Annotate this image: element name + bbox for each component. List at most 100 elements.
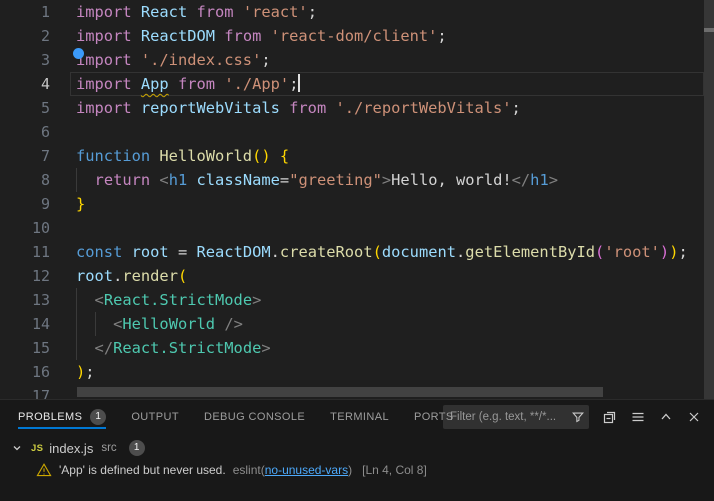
blue-cursor-dot (73, 48, 84, 59)
code-token: > (549, 171, 558, 189)
code-token: HelloWorld (159, 147, 252, 165)
code-line-7[interactable]: function HelloWorld() { (76, 144, 289, 168)
line-number-10[interactable]: 10 (0, 216, 50, 240)
code-token: return (95, 171, 160, 189)
line-number-13[interactable]: 13 (0, 288, 50, 312)
problem-item[interactable]: 'App' is defined but never used. eslint(… (0, 459, 714, 481)
code-token: React.StrictMode (113, 339, 261, 357)
line-number-17[interactable]: 17 (0, 384, 50, 399)
code-line-2[interactable]: import ReactDOM from 'react-dom/client'; (76, 24, 447, 48)
code-token: < (159, 171, 168, 189)
code-token: </ (512, 171, 531, 189)
tab-badge: 1 (90, 409, 106, 425)
code-token: > (252, 291, 261, 309)
vertical-scrollbar[interactable] (704, 0, 714, 399)
code-line-16[interactable]: ); (76, 360, 95, 384)
tab-label: PROBLEMS (18, 411, 82, 423)
code-token: h1 (530, 171, 549, 189)
problem-message: 'App' is defined but never used. (59, 463, 226, 477)
code-token: h1 (169, 171, 197, 189)
code-token: import (76, 99, 141, 117)
bottom-panel: PROBLEMS 1 OUTPUT DEBUG CONSOLE TERMINAL PORT… (0, 399, 714, 501)
code-line-9[interactable]: } (76, 192, 85, 216)
code-token: . (113, 267, 122, 285)
code-line-1[interactable]: import React from 'react'; (76, 0, 317, 24)
tab-output[interactable]: OUTPUT (131, 400, 179, 433)
group-expand-icon[interactable] (9, 440, 25, 456)
code-token: . (456, 243, 465, 261)
line-number-12[interactable]: 12 (0, 264, 50, 288)
line-number-2[interactable]: 2 (0, 24, 50, 48)
code-token: ; (437, 27, 446, 45)
line-number-11[interactable]: 11 (0, 240, 50, 264)
code-editor[interactable]: 1234567891011121314151617 import React f… (0, 0, 714, 399)
code-token: const (76, 243, 132, 261)
line-number-1[interactable]: 1 (0, 0, 50, 24)
problem-rule-link[interactable]: no-unused-vars (265, 463, 348, 477)
code-line-15[interactable]: </React.StrictMode> (76, 336, 271, 360)
filter-input[interactable] (443, 411, 571, 423)
problem-source-open: eslint( (233, 463, 265, 477)
line-number-7[interactable]: 7 (0, 144, 50, 168)
close-panel-icon[interactable] (685, 408, 703, 426)
horizontal-scrollbar[interactable] (77, 387, 603, 397)
code-token: ( (178, 267, 187, 285)
line-number-9[interactable]: 9 (0, 192, 50, 216)
maximize-panel-icon[interactable] (657, 408, 675, 426)
line-number-6[interactable]: 6 (0, 120, 50, 144)
code-line-12[interactable]: root.render( (76, 264, 187, 288)
problem-source: eslint(no-unused-vars) (233, 463, 352, 477)
code-token: > (382, 171, 391, 189)
code-token: import (76, 51, 141, 69)
code-line-14[interactable]: <HelloWorld /> (76, 312, 243, 336)
code-token: './reportWebVitals' (335, 99, 511, 117)
code-token: function (76, 147, 159, 165)
tab-terminal[interactable]: TERMINAL (330, 400, 389, 433)
tab-problems[interactable]: PROBLEMS 1 (18, 400, 106, 433)
tab-label: OUTPUT (131, 411, 179, 423)
js-file-icon: JS (31, 443, 43, 454)
code-token: ; (308, 3, 317, 21)
line-number-4[interactable]: 4 (0, 72, 50, 96)
tab-label: PORTS (414, 411, 454, 423)
code-token: "greeting" (289, 171, 382, 189)
panel-header: PROBLEMS 1 OUTPUT DEBUG CONSOLE TERMINAL PORT… (0, 400, 714, 433)
text-cursor (298, 74, 300, 92)
code-token: './index.css' (141, 51, 261, 69)
code-line-8[interactable]: return <h1 className="greeting">Hello, w… (76, 168, 558, 192)
collapse-all-icon[interactable] (601, 408, 619, 426)
code-token (76, 339, 95, 357)
line-number-16[interactable]: 16 (0, 360, 50, 384)
code-token: () { (252, 147, 289, 165)
code-token: ReactDOM (197, 243, 271, 261)
code-token: React.StrictMode (104, 291, 252, 309)
tab-ports[interactable]: PORTS (414, 400, 454, 433)
line-number-14[interactable]: 14 (0, 312, 50, 336)
code-line-4[interactable]: import App from './App'; (76, 72, 300, 96)
indent-guide (76, 312, 77, 336)
line-number-8[interactable]: 8 (0, 168, 50, 192)
code-token: } (76, 195, 85, 213)
code-token: createRoot (280, 243, 373, 261)
code-token (169, 75, 178, 93)
code-line-3[interactable]: import './index.css'; (76, 48, 271, 72)
problems-filter-box[interactable] (443, 405, 589, 429)
line-number-15[interactable]: 15 (0, 336, 50, 360)
code-line-13[interactable]: <React.StrictMode> (76, 288, 261, 312)
line-number-5[interactable]: 5 (0, 96, 50, 120)
problem-source-close: ) (348, 463, 352, 477)
code-token: /> (224, 315, 243, 333)
view-as-list-icon[interactable] (629, 408, 647, 426)
warning-icon (36, 462, 52, 478)
code-token: render (122, 267, 178, 285)
code-line-5[interactable]: import reportWebVitals from './reportWeb… (76, 96, 521, 120)
code-token: < (113, 315, 122, 333)
tab-debug-console[interactable]: DEBUG CONSOLE (204, 400, 305, 433)
line-number-3[interactable]: 3 (0, 48, 50, 72)
code-token: ( (373, 243, 382, 261)
code-token: HelloWorld (122, 315, 215, 333)
code-line-11[interactable]: const root = ReactDOM.createRoot(documen… (76, 240, 688, 264)
problems-file-group[interactable]: JS index.js src 1 (0, 437, 714, 459)
code-token: 'react-dom/client' (271, 27, 438, 45)
code-token: './App' (224, 75, 289, 93)
